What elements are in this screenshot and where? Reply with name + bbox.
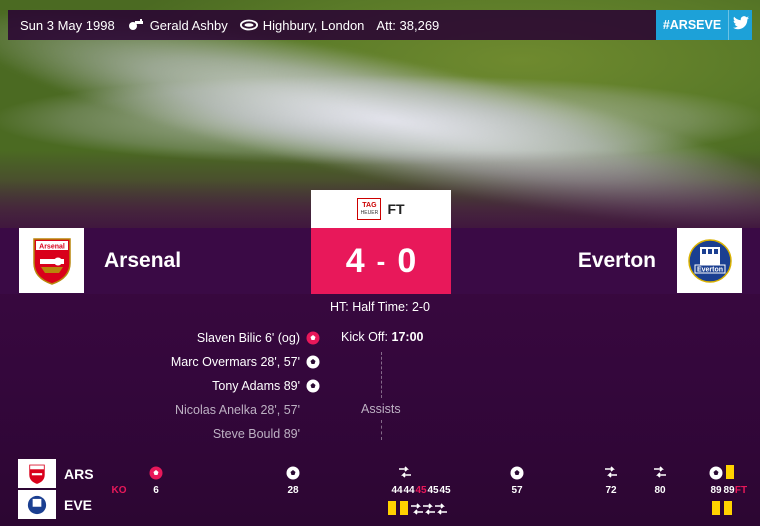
arsenal-crest-icon: Arsenal [32,237,71,285]
scorer-name: Tony Adams 89' [212,379,300,393]
timeline-minute: 72 [605,485,617,496]
away-team-name[interactable]: Everton [578,228,656,293]
timeline-kickoff-label: KO [111,485,127,496]
goal-ball-icon[interactable] [286,466,300,480]
scoreline: 4 - 0 [311,228,451,294]
scorer-item: Marc Overmars 28', 57' [171,350,320,374]
timeline-home-crest [18,459,56,488]
whistle-icon [127,18,145,32]
away-crest-label: Everton [696,266,722,273]
timeline-minute: 45 [439,485,451,496]
referee-name: Gerald Ashby [149,17,228,33]
venue-name: Highbury, London [262,17,365,33]
goal-ball-icon [306,355,320,369]
sponsor-name: TAG [362,202,377,209]
match-date: Sun 3 May 1998 [20,17,115,33]
scorers-list: Slaven Bilic 6' (og) Marc Overmars 28', … [171,326,320,446]
timeline-home-row: ARS [18,459,760,488]
own-goal-ball-icon[interactable] [149,466,163,480]
arsenal-crest-icon [29,464,45,484]
substitution-icon[interactable] [434,503,448,515]
goal-ball-icon[interactable] [510,466,524,480]
home-crest[interactable]: Arsenal [19,228,84,293]
score-band: Arsenal Arsenal 4 - 0 Everton Everton [0,228,760,294]
substitution-icon[interactable] [604,466,618,478]
home-team-name[interactable]: Arsenal [104,228,181,293]
assists-label: Assists [361,402,401,416]
hashtag-link[interactable]: #ARSEVE [656,10,728,40]
score-separator: - [376,245,386,276]
timeline-home-abbr: ARS [64,465,94,482]
kick-off-time: 17:00 [391,330,424,344]
timeline-minute: 57 [511,485,523,496]
stadium-icon [239,18,258,32]
timeline-minute: 44 [403,485,415,496]
match-info-bar: Sun 3 May 1998 Gerald Ashby Highbury, Lo… [8,10,752,40]
yellow-card-icon[interactable] [726,465,734,479]
substitution-icon[interactable] [398,466,412,478]
kick-off-label: Kick Off: [341,330,389,344]
yellow-card-icon[interactable] [724,501,732,515]
timeline-minute: 6 [153,485,159,496]
everton-crest-icon: Everton [687,238,732,283]
match-status-tab: TAG HEUER FT [311,190,451,228]
divider-line [381,352,382,398]
timeline-minute: 89 [710,485,722,496]
twitter-icon [732,15,749,35]
attendance: Att: 38,269 [376,17,440,33]
scorer-name: Marc Overmars 28', 57' [170,355,300,369]
timeline-minute: 45 [427,485,439,496]
scorer-item: Slaven Bilic 6' (og) [171,326,320,350]
half-time-score: HT: Half Time: 2-0 [329,300,431,314]
yellow-card-icon[interactable] [400,501,408,515]
own-goal-ball-icon [306,331,320,345]
goal-ball-icon [306,379,320,393]
away-crest[interactable]: Everton [677,228,742,293]
timeline-away-crest [18,490,56,519]
sponsor-logo: TAG HEUER [357,198,382,220]
yellow-card-icon[interactable] [712,501,720,515]
assist-item: Nicolas Anelka 28', 57' [175,403,300,417]
match-status: FT [387,201,405,217]
timeline-minute: 44 [391,485,403,496]
timeline-away-abbr: EVE [64,496,93,513]
sponsor-sub: HEUER [360,210,379,216]
divider-line [381,420,382,440]
timeline-minute: 28 [287,485,299,496]
timeline-fulltime-label: FT [734,485,748,496]
match-info: Sun 3 May 1998 Gerald Ashby Highbury, Lo… [8,18,439,33]
assist-item: Steve Bould 89' [212,427,300,441]
kick-off-info: Kick Off: 17:00 [341,330,423,344]
goal-ball-icon[interactable] [709,466,723,480]
scorer-item: Tony Adams 89' [171,374,320,398]
timeline-minute: 45 [415,485,427,496]
home-crest-label: Arsenal [39,243,65,250]
away-score: 0 [397,241,417,280]
timeline-minute: 80 [654,485,666,496]
everton-crest-icon [27,495,47,514]
yellow-card-icon[interactable] [388,501,396,515]
home-score: 4 [345,241,365,280]
timeline-minute: 89 [723,485,735,496]
substitution-icon[interactable] [653,466,667,478]
venue-info: Highbury, London [239,17,365,33]
scorer-name: Slaven Bilic 6' (og) [196,331,300,345]
referee-info: Gerald Ashby [127,18,228,33]
twitter-share-button[interactable] [728,10,752,40]
